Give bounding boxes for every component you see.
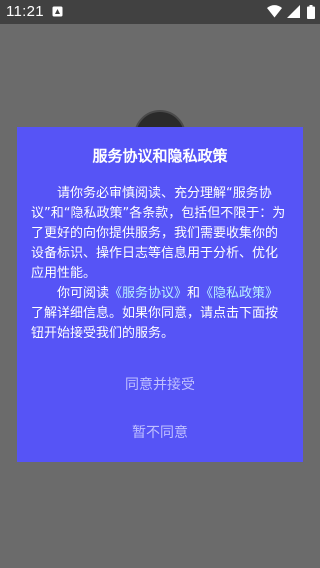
service-agreement-link[interactable]: 《服务协议》 [109,286,187,301]
privacy-dialog: 服务协议和隐私政策 请你务必审慎阅读、充分理解“服务协议”和“隐私政策”各条款，… [17,127,303,462]
notification-icon [52,6,63,17]
battery-icon [307,5,315,19]
dialog-paragraph-2: 你可阅读《服务协议》和《隐私政策》了解详细信息。如果你同意，请点击下面按钮开始接… [31,284,289,344]
paragraph-2-prefix: 你可阅读 [57,286,110,301]
paragraph-2-suffix: 了解详细信息。如果你同意，请点击下面按钮开始接受我们的服务。 [31,306,279,341]
signal-icon [287,5,300,18]
status-bar: 11:21 [0,0,320,24]
accept-button[interactable]: 同意并接受 [17,375,303,395]
privacy-policy-link[interactable]: 《隐私政策》 [200,286,278,301]
dialog-title: 服务协议和隐私政策 [92,147,228,165]
dialog-paragraph-1: 请你务必审慎阅读、充分理解“服务协议”和“隐私政策”各条款，包括但不限于：为了更… [31,186,286,281]
wifi-icon [267,5,282,18]
paragraph-2-and: 和 [187,286,201,301]
dialog-body: 请你务必审慎阅读、充分理解“服务协议”和“隐私政策”各条款，包括但不限于：为了更… [31,184,289,344]
status-time: 11:21 [6,3,44,20]
decline-button[interactable]: 暂不同意 [17,423,303,443]
